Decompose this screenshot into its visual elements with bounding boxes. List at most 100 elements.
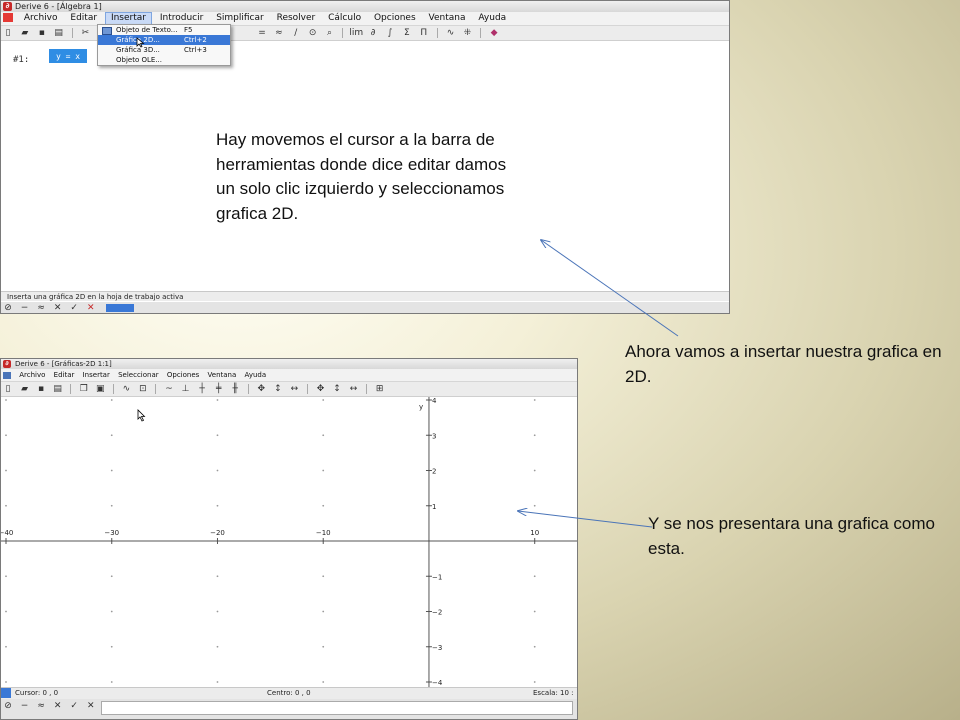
axes-icon[interactable]: ⊥ [179, 382, 193, 396]
insert-plot-icon[interactable]: ⊡ [136, 382, 150, 396]
entry-cross-icon[interactable]: ✕ [51, 699, 65, 713]
grid-dot [216, 575, 219, 578]
new-file-icon[interactable]: ▯ [1, 382, 15, 396]
equals-icon[interactable]: = [255, 26, 269, 40]
zoom-out-both-icon[interactable]: ✥ [313, 382, 327, 396]
entry-toggle-icon[interactable]: ⊘ [1, 302, 15, 313]
toolbar-divider [436, 27, 438, 38]
window-icon[interactable]: ▣ [93, 382, 107, 396]
menu-insertar[interactable]: Insertar [80, 369, 113, 381]
menu-calculo[interactable]: Cálculo [323, 12, 366, 25]
grid-dot [5, 575, 7, 578]
grid-dot [533, 469, 536, 472]
entry-check-icon[interactable]: ✓ [67, 699, 81, 713]
zoom-horizontal-icon[interactable]: ↔ [287, 382, 301, 396]
algebra-entrybar: ⊘ − ≈ ✕ ✓ ✕ [1, 302, 729, 313]
menu-item-text-object[interactable]: Objeto de Texto... F5 [98, 25, 230, 35]
grid-lines-icon[interactable]: ╫ [228, 382, 242, 396]
window-system-icon[interactable] [3, 13, 13, 22]
menu-item-graph-3d[interactable]: Gráfica 3D... Ctrl+3 [98, 45, 230, 55]
algebra-titlebar: ∂ Derive 6 - [Álgebra 1] [1, 1, 729, 12]
grid-dot [5, 399, 7, 401]
save-icon[interactable]: ▪ [35, 26, 49, 40]
expression-1[interactable]: y = x [49, 49, 87, 63]
open-folder-icon[interactable]: ▰ [18, 26, 32, 40]
search-icon[interactable]: ⌕ [323, 26, 337, 40]
cut-icon[interactable]: ✂ [78, 26, 92, 40]
product-icon[interactable]: Π [417, 26, 431, 40]
entry-check-icon[interactable]: ✓ [67, 302, 81, 313]
menu-ventana[interactable]: Ventana [205, 369, 240, 381]
approximate-icon[interactable]: ≈ [272, 26, 286, 40]
menu-archivo[interactable]: Archivo [16, 369, 48, 381]
zoom-out-horizontal-icon[interactable]: ↔ [347, 382, 361, 396]
graphics-toolbar: ▯ ▰ ▪ ▤ ❐ ▣ ∿ ⊡ ~ ⊥ ┼ ╪ ╫ ✥ ↕ ↔ ✥ ↕ ↔ ⊞ [1, 382, 577, 397]
new-file-icon[interactable]: ▯ [1, 26, 15, 40]
entry-minus-icon[interactable]: − [18, 699, 32, 713]
menu-editar[interactable]: Editar [51, 369, 78, 381]
zoom-out-vertical-icon[interactable]: ↕ [330, 382, 344, 396]
plot-3d-icon[interactable]: ⁜ [460, 26, 474, 40]
entry-approx-icon[interactable]: ≈ [34, 302, 48, 313]
print-icon[interactable]: ▤ [52, 26, 66, 40]
graph-plot-area[interactable]: −40 −30 −20 −10 10 4 3 2 1 −1 −2 −3 −4 y [1, 397, 577, 687]
print-icon[interactable]: ▤ [51, 382, 65, 396]
grid-dot [110, 610, 113, 613]
entry-cancel-icon[interactable]: ✕ [84, 699, 98, 713]
menu-item-shortcut: F5 [184, 26, 193, 34]
grid-dot [216, 434, 219, 437]
y-axis-label: y [419, 403, 423, 411]
grid-dot [5, 504, 7, 507]
expression-entry-field[interactable] [106, 303, 135, 312]
eraser-icon[interactable]: ◆ [487, 26, 501, 40]
copy-icon[interactable]: ❐ [77, 382, 91, 396]
menu-item-graph-2d[interactable]: Gráfica 2D... Ctrl+2 [98, 35, 230, 45]
grid-dot [216, 681, 219, 683]
grid-dot [322, 399, 325, 401]
plot-curve-icon[interactable]: ∕ [289, 26, 303, 40]
menu-opciones[interactable]: Opciones [369, 12, 421, 25]
toolbar-divider [70, 383, 72, 394]
zoom-vertical-icon[interactable]: ↕ [271, 382, 285, 396]
grid-dot [110, 399, 113, 401]
grid-dot [216, 504, 219, 507]
entry-cancel-icon[interactable]: ✕ [84, 302, 98, 313]
expression-entry-field[interactable] [101, 701, 573, 715]
entry-minus-icon[interactable]: − [18, 302, 32, 313]
entry-approx-icon[interactable]: ≈ [34, 699, 48, 713]
trace-icon[interactable]: ~ [162, 382, 176, 396]
open-folder-icon[interactable]: ▰ [18, 382, 32, 396]
integral-icon[interactable]: ∫ [383, 26, 397, 40]
plot-2d-icon[interactable]: ∿ [444, 26, 458, 40]
menu-ayuda[interactable]: Ayuda [242, 369, 270, 381]
zoom-icon[interactable]: ⊙ [306, 26, 320, 40]
menu-archivo[interactable]: Archivo [19, 12, 63, 25]
menu-ayuda[interactable]: Ayuda [473, 12, 511, 25]
window-system-icon[interactable] [3, 371, 11, 379]
toolbar-divider [247, 383, 249, 394]
entry-cross-icon[interactable]: ✕ [51, 302, 65, 313]
y-tick-label: −1 [432, 573, 442, 581]
menu-item-ole-object[interactable]: Objeto OLE... [98, 55, 230, 65]
zoom-in-both-icon[interactable]: ✥ [254, 382, 268, 396]
graphics-statusbar: Cursor: 0 , 0 Centro: 0 , 0 Escala: 10 :… [1, 687, 577, 708]
menu-resolver[interactable]: Resolver [272, 12, 321, 25]
entry-toggle-icon[interactable]: ⊘ [1, 699, 15, 713]
derivative-icon[interactable]: ∂ [366, 26, 380, 40]
menu-seleccionar[interactable]: Seleccionar [115, 369, 162, 381]
instruction-note-right: Ahora vamos a insertar nuestra grafica e… [625, 342, 942, 386]
grid-dot [322, 575, 325, 578]
sum-icon[interactable]: Σ [400, 26, 414, 40]
menu-opciones[interactable]: Opciones [164, 369, 202, 381]
status-center: Centro: 0 , 0 [267, 689, 311, 697]
limit-icon[interactable]: lim [349, 26, 363, 40]
grid-icon[interactable]: ╪ [212, 382, 226, 396]
crosshair-icon[interactable]: ┼ [195, 382, 209, 396]
aspect-ratio-icon[interactable]: ⊞ [373, 382, 387, 396]
y-tick-label: −4 [432, 679, 443, 687]
menu-ventana[interactable]: Ventana [424, 12, 471, 25]
grid-dot [322, 645, 325, 648]
plot-icon[interactable]: ∿ [119, 382, 133, 396]
save-icon[interactable]: ▪ [34, 382, 48, 396]
toolbar-divider [366, 383, 368, 394]
